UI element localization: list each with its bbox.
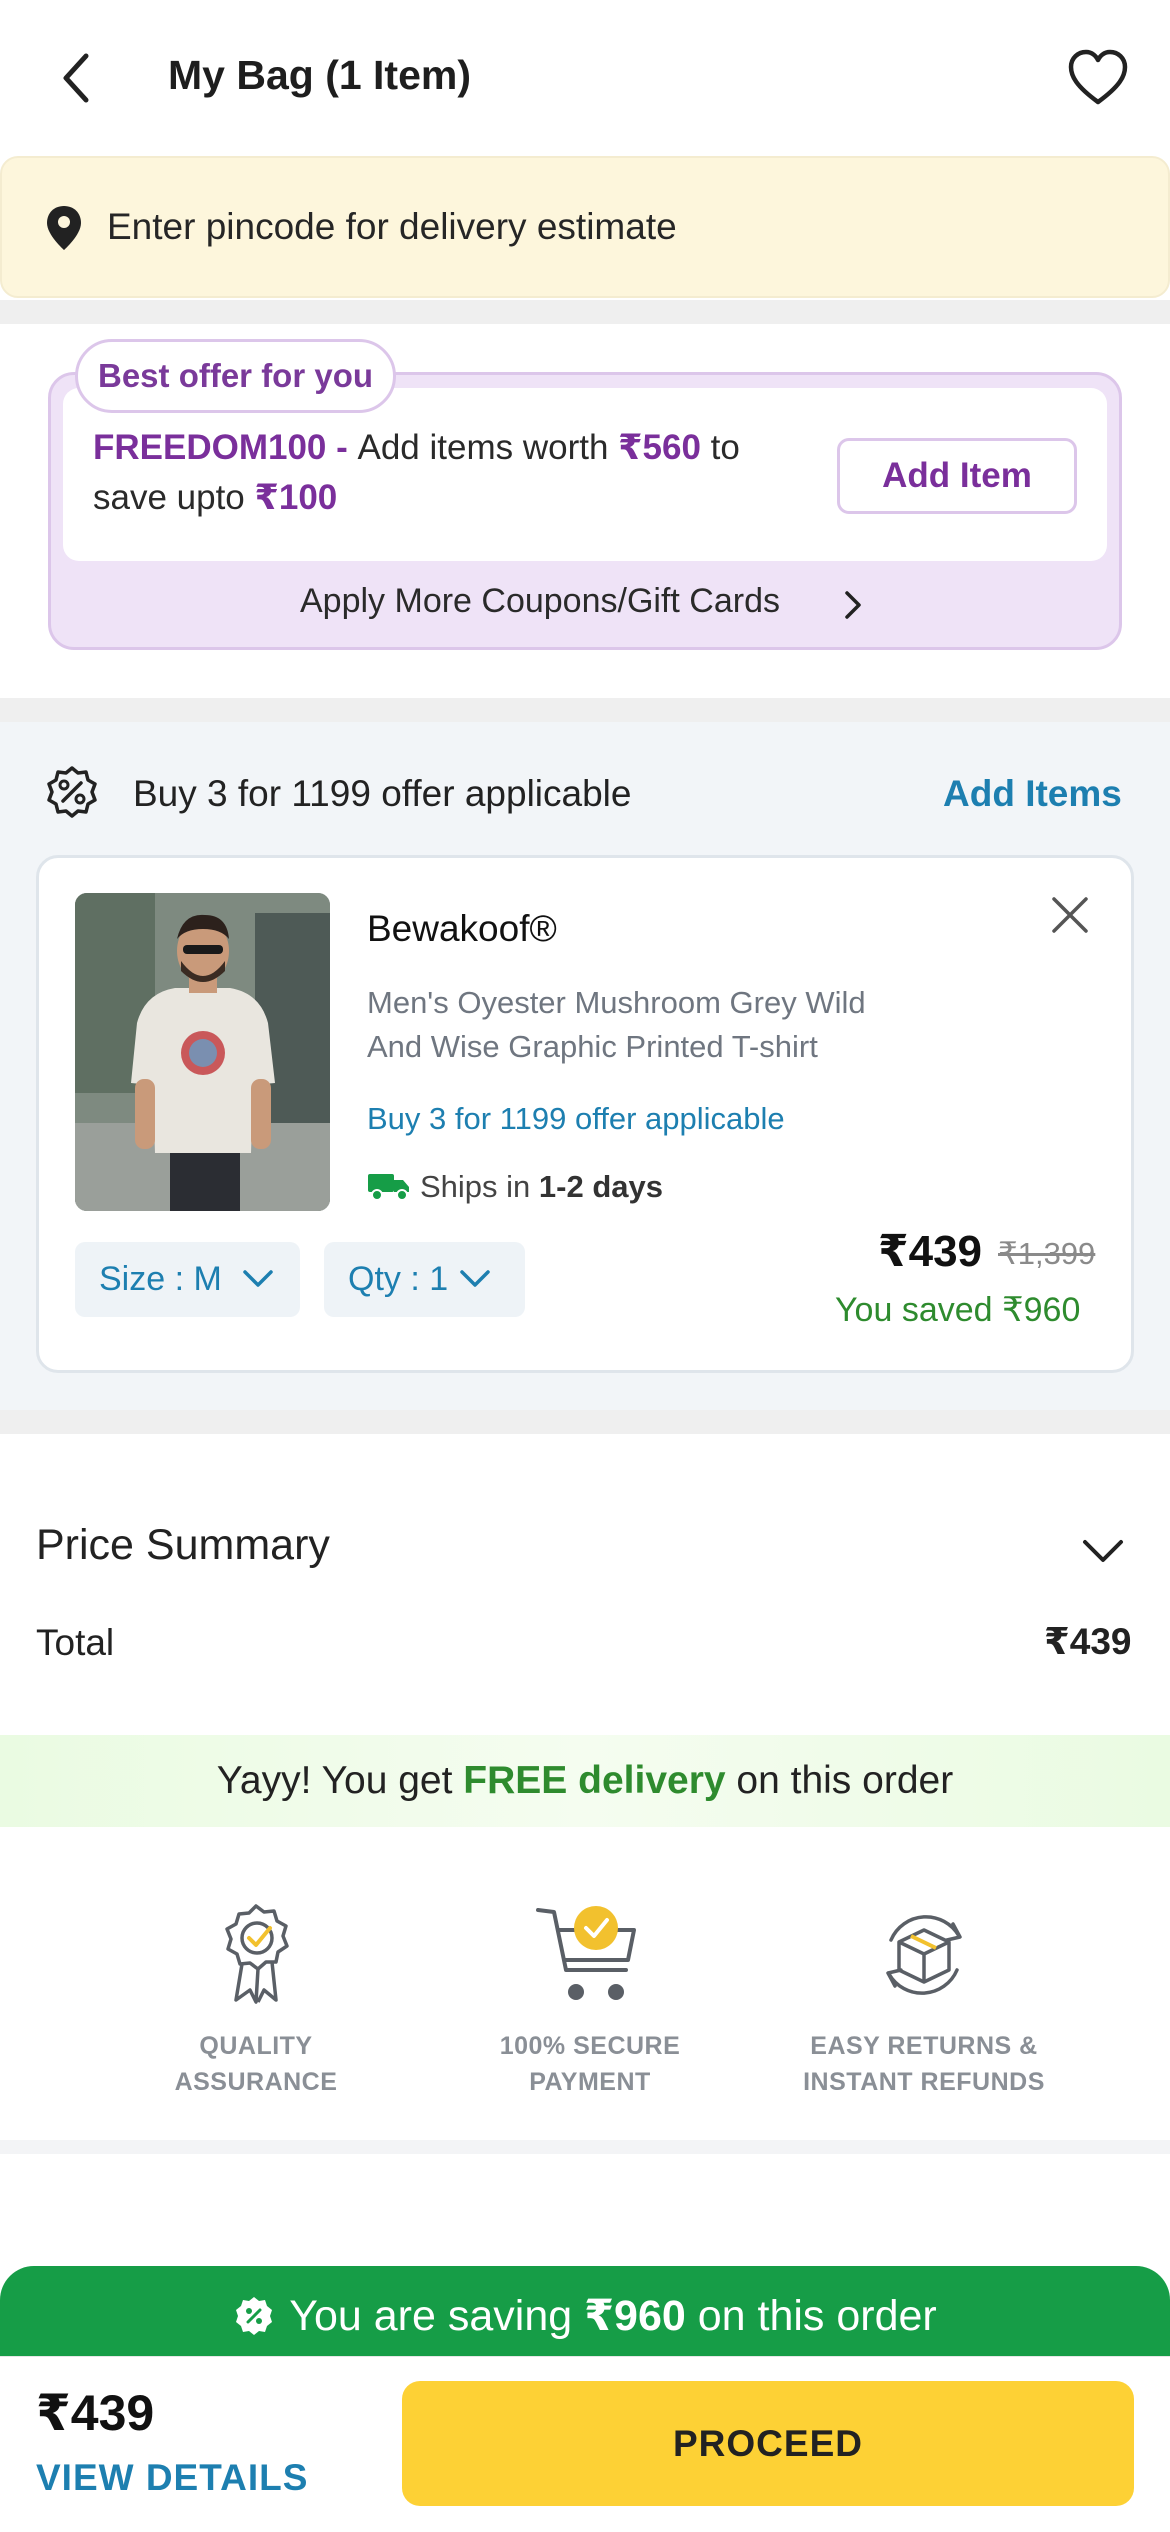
product-image[interactable] <box>75 893 330 1211</box>
discount-percent-icon <box>47 766 97 818</box>
total-label: Total <box>36 1622 115 1663</box>
offer-amount: ₹560 <box>618 428 701 467</box>
trust-label-line2: INSTANT REFUNDS <box>803 2068 1045 2096</box>
free-delivery-banner: Yayy! You get FREE delivery on this orde… <box>0 1735 1170 1827</box>
saving-amount: ₹960 <box>584 2292 686 2340</box>
pincode-banner[interactable]: Enter pincode for delivery estimate <box>0 156 1170 298</box>
secure-cart-icon <box>536 1906 636 2000</box>
product-offer-text: Buy 3 for 1199 offer applicable <box>367 1101 785 1136</box>
apply-coupons-link[interactable]: Apply More Coupons/Gift Cards <box>300 582 780 621</box>
discount-badge-icon <box>236 2296 273 2335</box>
trust-label-returns: EASY RETURNS & INSTANT REFUNDS <box>794 2028 1054 2100</box>
heart-icon[interactable] <box>1066 48 1130 108</box>
section-divider <box>0 300 1170 324</box>
proceed-button[interactable]: PROCEED <box>402 2381 1134 2506</box>
chevron-down-icon[interactable] <box>1080 1536 1126 1566</box>
returns-box-icon <box>886 1915 962 1995</box>
back-chevron-icon[interactable] <box>52 48 102 108</box>
product-name-line2[interactable]: And Wise Graphic Printed T-shirt <box>367 1029 818 1065</box>
offer-discount: ₹100 <box>254 478 338 517</box>
trust-label-line2: ASSURANCE <box>174 2068 338 2096</box>
add-items-link[interactable]: Add Items <box>943 773 1122 815</box>
trust-label-line1: EASY RETURNS & <box>810 2032 1038 2060</box>
saving-prefix: You are saving <box>289 2292 585 2340</box>
price-summary-title[interactable]: Price Summary <box>36 1521 330 1570</box>
shipping-info: Ships in 1-2 days <box>420 1169 663 1205</box>
add-item-button[interactable]: Add Item <box>837 438 1077 514</box>
product-brand: Bewakoof® <box>367 908 557 949</box>
size-label: Size : M <box>99 1260 222 1298</box>
header: My Bag (1 Item) <box>0 0 1170 155</box>
quality-badge-icon <box>225 1904 289 2004</box>
section-divider <box>0 1410 1170 1434</box>
offer-description-line2: save upto ₹100 <box>93 478 337 518</box>
total-value: ₹439 <box>1044 1621 1132 1662</box>
saving-suffix: on this order <box>685 2292 937 2340</box>
saving-banner: You are saving ₹960 on this order <box>0 2266 1170 2366</box>
trust-label-line1: 100% SECURE <box>499 2032 681 2060</box>
qty-label: Qty : 1 <box>348 1260 449 1298</box>
best-offer-badge: Best offer for you <box>75 339 397 413</box>
product-name-line1[interactable]: Men's Oyester Mushroom Grey Wild <box>367 985 866 1021</box>
bundle-offer-text: Buy 3 for 1199 offer applicable <box>133 773 632 814</box>
ships-prefix: Ships in <box>420 1169 539 1204</box>
location-pin-icon <box>47 206 81 250</box>
free-delivery-highlight: FREE delivery <box>463 1759 726 1802</box>
section-divider <box>0 698 1170 722</box>
chevron-down-icon <box>460 1270 490 1287</box>
page-title: My Bag (1 Item) <box>168 52 471 98</box>
view-details-link[interactable]: VIEW DETAILS <box>36 2457 308 2499</box>
product-photo-illustration <box>75 893 330 1211</box>
trust-badge-quality: QUALITY ASSURANCE <box>126 1900 386 2100</box>
delivery-suffix: on this order <box>725 1759 954 1802</box>
product-saved-amount: You saved ₹960 <box>835 1291 1081 1329</box>
quantity-selector[interactable]: Qty : 1 <box>324 1242 525 1317</box>
chevron-down-icon <box>243 1270 273 1287</box>
product-mrp: ₹1,399 <box>998 1236 1096 1271</box>
offer-text-c: save upto <box>93 478 255 517</box>
trust-label-quality: QUALITY ASSURANCE <box>126 2028 386 2100</box>
delivery-prefix: Yayy! You get <box>216 1759 464 1802</box>
offer-text-a: Add items worth <box>357 428 619 467</box>
trust-label-payment: 100% SECURE PAYMENT <box>460 2028 720 2100</box>
size-selector[interactable]: Size : M <box>75 1242 300 1317</box>
trust-badge-returns: EASY RETURNS & INSTANT REFUNDS <box>794 1900 1054 2100</box>
delivery-truck-icon <box>368 1174 409 1201</box>
offer-description-line1: FREEDOM100 - Add items worth ₹560 to <box>93 428 740 468</box>
product-price: ₹439 <box>878 1227 983 1276</box>
trust-label-line2: PAYMENT <box>529 2068 651 2096</box>
trust-badge-payment: 100% SECURE PAYMENT <box>460 1900 720 2100</box>
footer-total-price: ₹439 <box>36 2385 155 2441</box>
section-divider <box>0 2140 1170 2154</box>
offer-text-b: to <box>700 428 740 467</box>
coupon-code: FREEDOM100 - <box>93 428 358 467</box>
ships-days: 1-2 days <box>538 1169 663 1204</box>
pincode-prompt: Enter pincode for delivery estimate <box>107 206 677 247</box>
trust-label-line1: QUALITY <box>199 2032 313 2060</box>
remove-item-close-icon[interactable] <box>1048 893 1092 937</box>
chevron-right-icon[interactable] <box>840 588 866 622</box>
